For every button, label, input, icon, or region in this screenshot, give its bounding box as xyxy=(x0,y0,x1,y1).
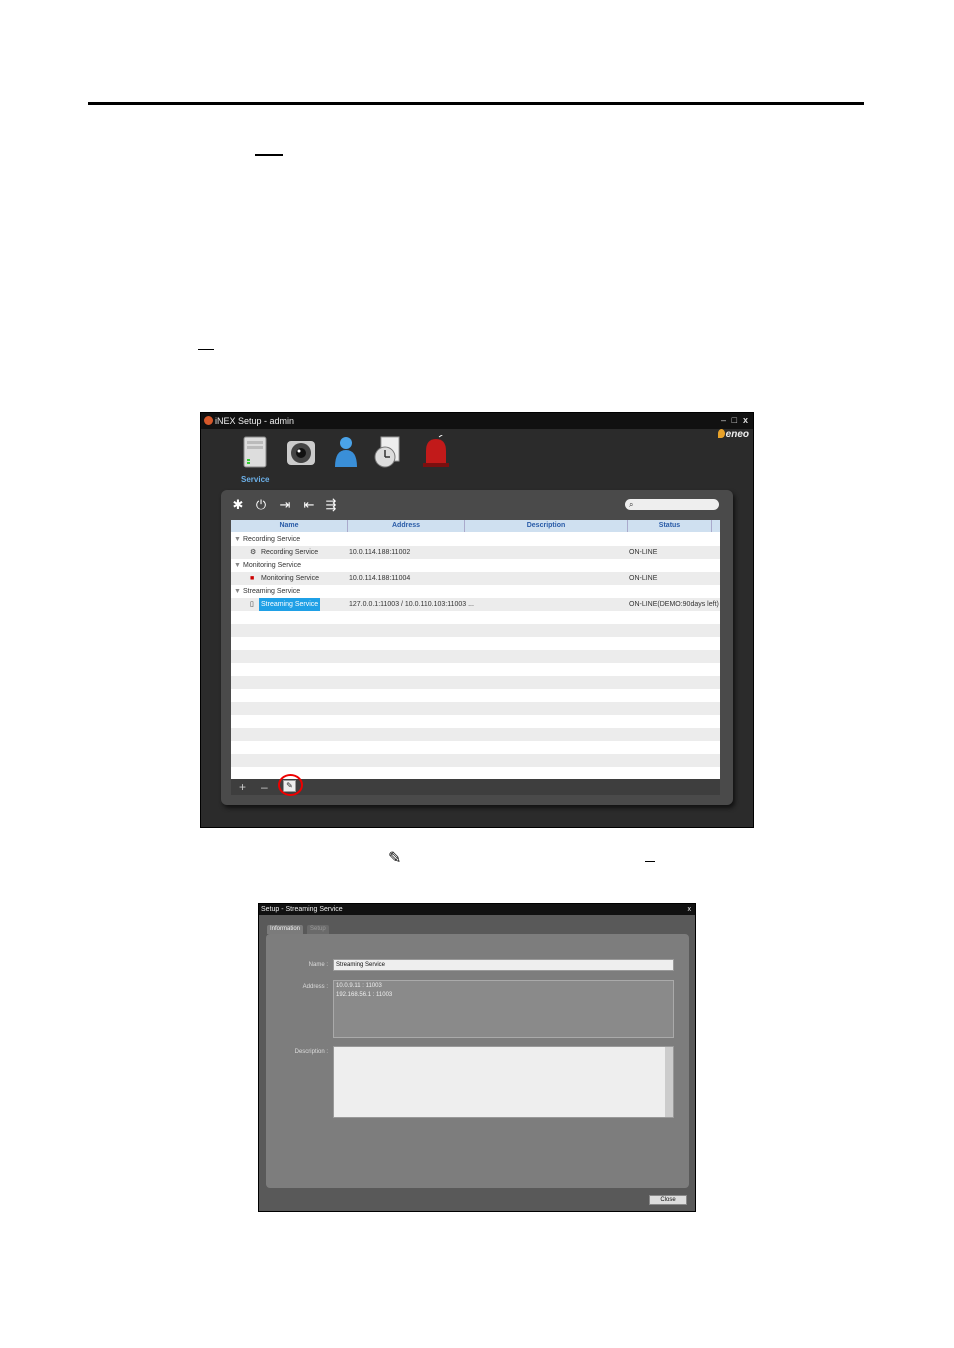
schedule-icon[interactable] xyxy=(373,435,403,469)
highlight-circle xyxy=(278,774,303,796)
description-field[interactable] xyxy=(333,1046,674,1118)
service-table: Name Address Description Status ▼ Record… xyxy=(231,520,720,779)
camera-icon[interactable] xyxy=(286,435,316,469)
table-header: Name Address Description Status xyxy=(231,520,720,532)
tab-setup[interactable]: Setup xyxy=(307,925,329,934)
maximize-button[interactable]: □ xyxy=(732,413,737,428)
group-row[interactable]: ▼ Streaming Service xyxy=(231,585,720,598)
alarm-icon[interactable] xyxy=(421,432,451,469)
streaming-icon: ▯ xyxy=(250,601,254,608)
column-address[interactable]: Address xyxy=(348,520,465,532)
recording-icon: ⚙ xyxy=(250,549,257,556)
service-nav-label: Service xyxy=(241,475,270,484)
name-field[interactable]: Streaming Service xyxy=(333,959,674,971)
setup-dialog: Setup - Streaming Service x Information … xyxy=(258,903,696,1212)
decorative-dash xyxy=(198,349,214,350)
group-row[interactable]: ▼ Recording Service xyxy=(231,533,720,546)
group-row[interactable]: ▼ Monitoring Service xyxy=(231,559,720,572)
column-status[interactable]: Status xyxy=(628,520,712,532)
column-name[interactable]: Name xyxy=(231,520,348,532)
dialog-panel: Name : Streaming Service Address : 10.0.… xyxy=(266,934,689,1188)
user-icon[interactable] xyxy=(331,435,361,469)
app-icon xyxy=(204,416,213,425)
route-icon[interactable]: ⇶ xyxy=(324,498,338,512)
close-button[interactable]: x xyxy=(743,413,748,428)
name-label: Name : xyxy=(308,962,328,968)
service-panel: ✱ ⏻ ⇥ ⇤ ⇶ ⌕ Name Address Description Sta… xyxy=(221,490,733,805)
description-scrollbar[interactable] xyxy=(665,1047,673,1117)
address-item: 192.168.56.1 : 11003 xyxy=(336,992,393,998)
search-icon: ⌕ xyxy=(629,500,634,509)
description-label: Description : xyxy=(294,1049,328,1055)
window-title: iNEX Setup - admin xyxy=(215,416,295,426)
logout-icon[interactable]: ⇤ xyxy=(302,498,316,512)
eneo-logo: eneo xyxy=(717,429,749,440)
edit-icon: ✎ xyxy=(388,850,402,867)
remove-button[interactable]: – xyxy=(261,779,268,795)
dialog-title: Setup - Streaming Service xyxy=(261,906,343,913)
address-item: 10.0.9.11 : 11003 xyxy=(336,983,382,989)
dialog-title-bar: Setup - Streaming Service x xyxy=(259,904,695,915)
tab-information[interactable]: Information xyxy=(267,925,304,934)
dialog-close-icon[interactable]: x xyxy=(688,904,692,915)
gear-icon[interactable]: ✱ xyxy=(231,498,245,512)
server-icon[interactable] xyxy=(241,435,271,469)
table-row[interactable]: ⚙ Recording Service 10.0.114.188:11002 O… xyxy=(231,546,720,559)
title-bar: iNEX Setup - admin – □ x xyxy=(201,413,753,429)
monitoring-icon: ■ xyxy=(250,575,255,582)
address-list: 10.0.9.11 : 11003 192.168.56.1 : 11003 xyxy=(333,980,674,1038)
minimize-button[interactable]: – xyxy=(721,413,726,428)
decorative-dash xyxy=(255,154,283,156)
decorative-dash xyxy=(645,861,655,862)
power-icon[interactable]: ⏻ xyxy=(254,498,268,512)
column-description[interactable]: Description xyxy=(465,520,628,532)
inex-setup-window: iNEX Setup - admin – □ x eneo Service ✱ … xyxy=(200,412,754,828)
table-row-selected[interactable]: ▯ Streaming Service 127.0.0.1:11003 / 10… xyxy=(231,598,720,611)
close-dialog-button[interactable]: Close xyxy=(649,1195,687,1205)
table-row[interactable]: ■ Monitoring Service 10.0.114.188:11004 … xyxy=(231,572,720,585)
add-button[interactable]: + xyxy=(239,779,246,795)
search-input[interactable]: ⌕ xyxy=(625,499,719,510)
table-bottom-bar: + – xyxy=(231,779,720,795)
address-label: Address : xyxy=(302,984,328,990)
page-top-rule xyxy=(88,102,864,105)
login-icon[interactable]: ⇥ xyxy=(278,498,292,512)
